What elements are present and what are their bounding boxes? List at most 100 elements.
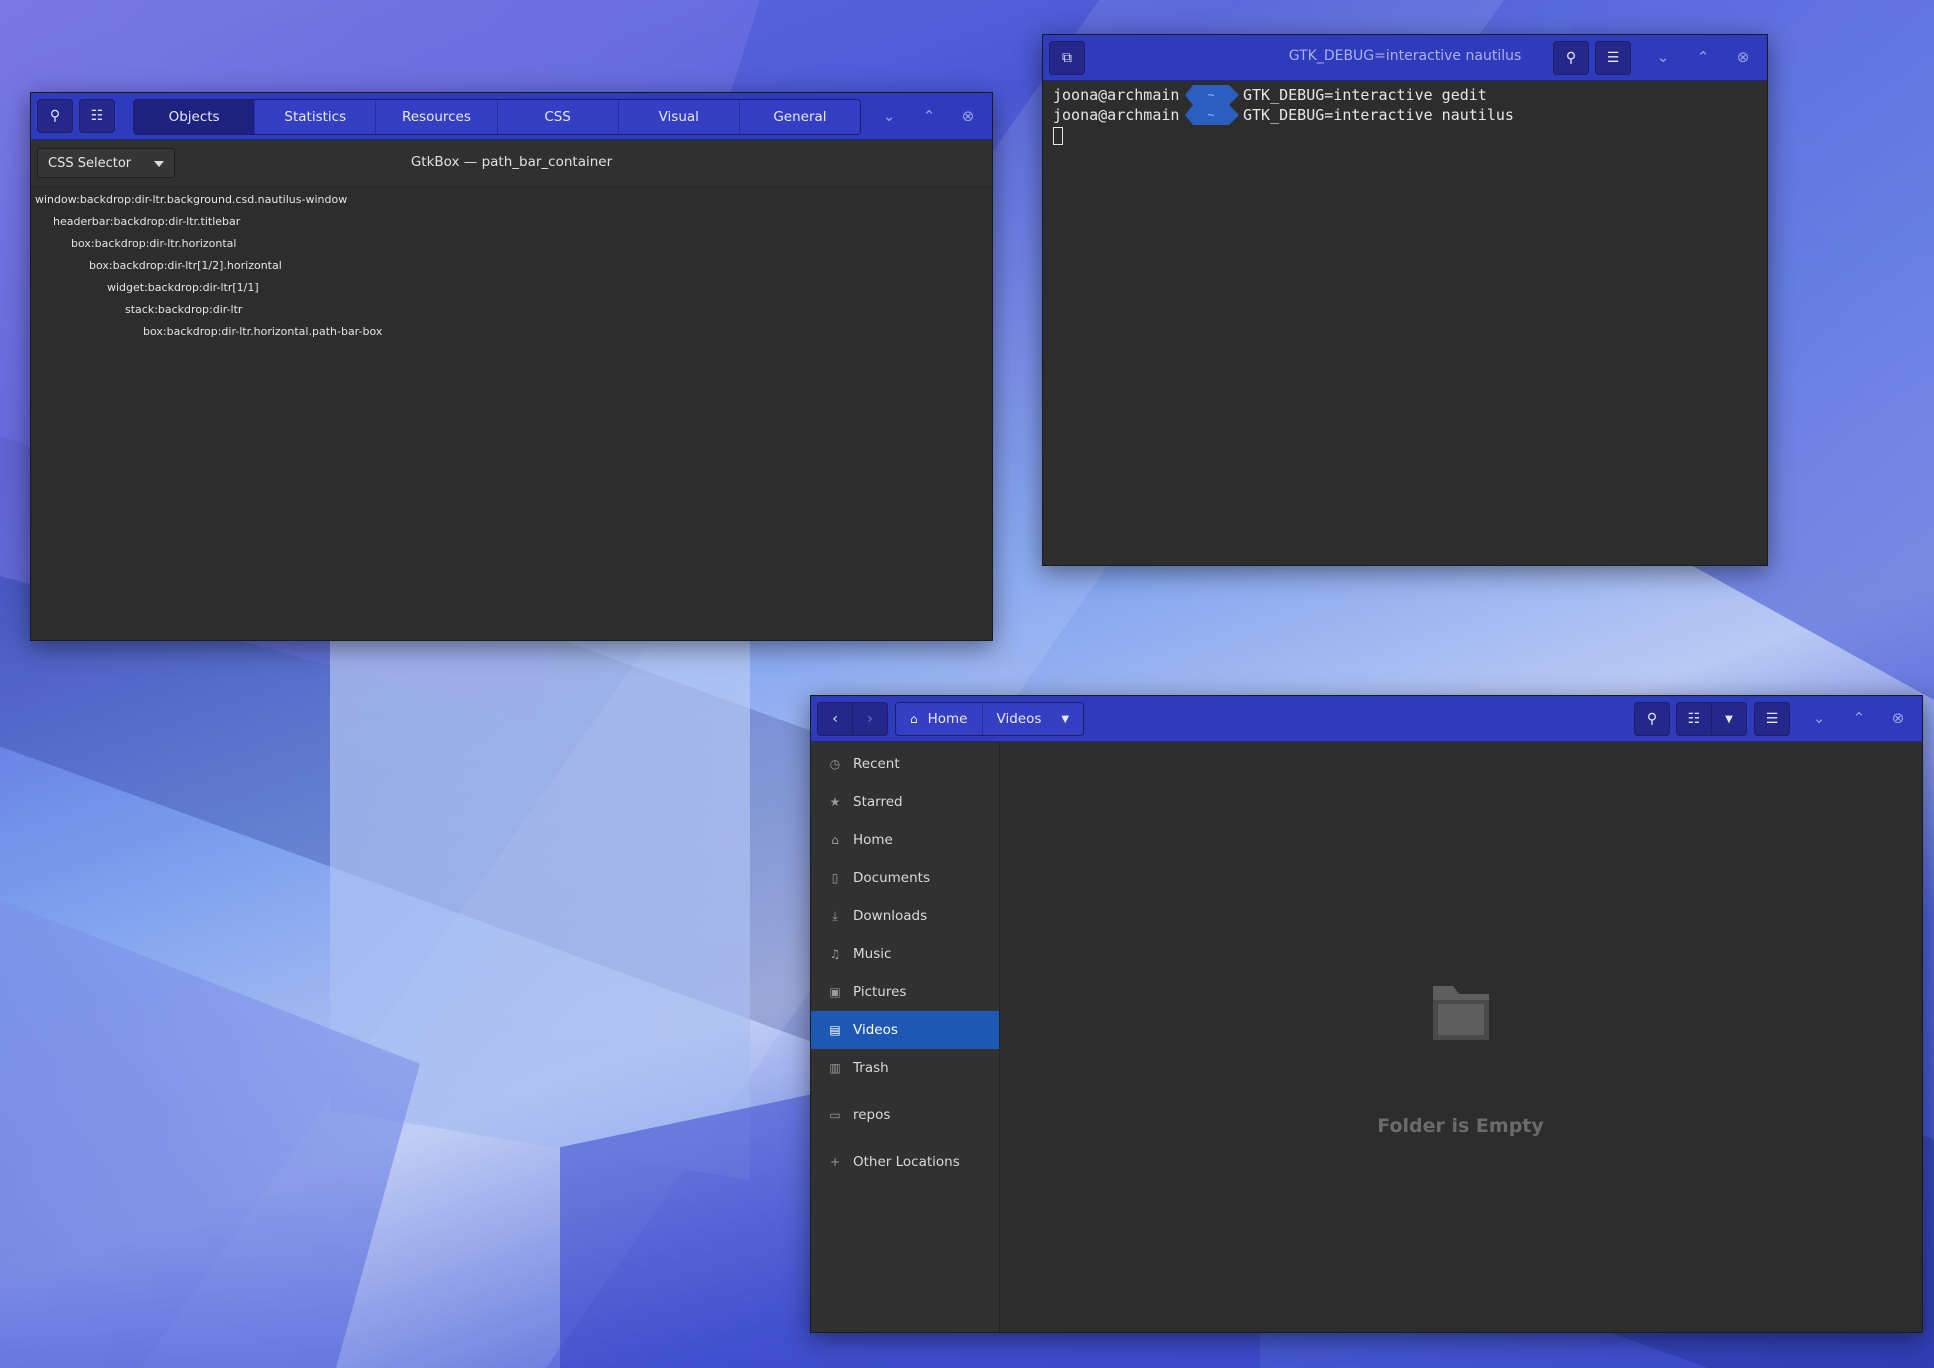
places-sidebar: ◷ Recent ★ Starred ⌂ Home ▯ Documents ⤓ Downl…	[811, 742, 1000, 1332]
search-button[interactable]: ⚲	[1634, 702, 1670, 736]
pick-icon: ⚲	[49, 108, 61, 124]
tree-row[interactable]: box:backdrop:dir-ltr.horizontal.path-bar…	[35, 321, 382, 343]
sidebar-item-label: Other Locations	[853, 1154, 960, 1170]
tree-row[interactable]: window:backdrop:dir-ltr.background.csd.n…	[35, 189, 382, 211]
tree-row[interactable]: box:backdrop:dir-ltr.horizontal	[35, 233, 382, 255]
select-object-button[interactable]: ⚲	[37, 99, 73, 133]
file-view[interactable]: Folder is Empty	[999, 742, 1922, 1332]
css-node-tree: window:backdrop:dir-ltr.background.csd.n…	[35, 189, 382, 343]
close-button[interactable]: ⊗	[1884, 704, 1912, 732]
sidebar-item-home[interactable]: ⌂ Home	[811, 821, 999, 859]
sidebar-item-downloads[interactable]: ⤓ Downloads	[811, 897, 999, 935]
chevron-up-icon: ⌃	[1696, 48, 1710, 66]
command-text: GTK_DEBUG=interactive gedit	[1243, 86, 1487, 104]
sidebar-item-label: Videos	[853, 1022, 898, 1038]
maximize-button[interactable]: ⌃	[1689, 43, 1717, 71]
minimize-button[interactable]: ⌄	[1649, 43, 1677, 71]
prompt-path: ~	[1193, 105, 1239, 125]
sidebar-item-trash[interactable]: ▥ Trash	[811, 1049, 999, 1087]
list-view-icon: ☷	[1687, 711, 1701, 727]
prompt-path: ~	[1193, 85, 1239, 105]
tab-css[interactable]: CSS	[497, 100, 619, 134]
minimize-button[interactable]: ⌄	[875, 102, 903, 130]
command-text: GTK_DEBUG=interactive nautilus	[1243, 106, 1514, 124]
sidebar-item-label: Pictures	[853, 984, 907, 1000]
tree-row[interactable]: box:backdrop:dir-ltr[1/2].horizontal	[35, 255, 382, 277]
tab-resources[interactable]: Resources	[376, 100, 498, 134]
sidebar-item-label: Starred	[853, 794, 903, 810]
chevron-up-icon: ⌃	[922, 107, 936, 125]
object-title: GtkBox — path_bar_container	[410, 154, 613, 170]
sidebar-item-label: Recent	[853, 756, 900, 772]
path-bar: ⌂ Home Videos ▼	[895, 702, 1085, 736]
sidebar-item-label: Downloads	[853, 908, 928, 924]
breadcrumb-label: Home	[927, 711, 968, 727]
search-button[interactable]: ⚲	[1553, 41, 1589, 75]
terminal-output[interactable]: joona@archmain ~ GTK_DEBUG=interactive g…	[1053, 85, 1514, 145]
sidebar-item-label: Home	[853, 832, 893, 848]
home-icon: ⌂	[831, 833, 839, 847]
film-icon: ▤	[829, 1023, 841, 1037]
prompt-user: joona@archmain	[1053, 106, 1180, 124]
picture-icon: ▣	[829, 985, 841, 999]
terminal-headerbar: ⧉ GTK_DEBUG=interactive nautilus ⚲ ☰ ⌄ ⌃…	[1043, 35, 1767, 81]
tree-row[interactable]: widget:backdrop:dir-ltr[1/1]	[35, 277, 382, 299]
sidebar-item-pictures[interactable]: ▣ Pictures	[811, 973, 999, 1011]
chevron-down-icon: ⌄	[1656, 48, 1670, 66]
chevron-down-icon: ⌄	[1812, 709, 1826, 727]
sidebar-item-label: repos	[853, 1107, 891, 1123]
inspector-headerbar: ⚲ ☷ Objects Statistics Resources CSS Vis…	[31, 93, 992, 140]
trash-icon: ▥	[829, 1061, 841, 1075]
close-button[interactable]: ⊗	[954, 102, 982, 130]
files-window: ‹ › ⌂ Home Videos ▼ ⚲ ☷ ▼ ☰ ⌄ ⌃ ⊗ ◷ Rece…	[810, 695, 1923, 1333]
sidebar-item-repos[interactable]: ▭ repos	[811, 1096, 999, 1134]
plus-icon: +	[829, 1155, 841, 1169]
tab-objects[interactable]: Objects	[134, 100, 256, 134]
close-button[interactable]: ⊗	[1729, 43, 1757, 71]
sidebar-item-starred[interactable]: ★ Starred	[811, 783, 999, 821]
maximize-button[interactable]: ⌃	[915, 102, 943, 130]
forward-button[interactable]: ›	[852, 702, 888, 736]
chevron-down-icon: ⌄	[882, 107, 896, 125]
breadcrumb-videos[interactable]: Videos ▼	[982, 703, 1084, 735]
download-icon: ⤓	[832, 908, 838, 923]
minimize-button[interactable]: ⌄	[1805, 704, 1833, 732]
sidebar-item-music[interactable]: ♫ Music	[811, 935, 999, 973]
empty-folder-icon	[1432, 986, 1489, 1040]
document-icon: ▯	[831, 871, 839, 885]
menu-button[interactable]: ☰	[1595, 41, 1631, 75]
chevron-down-icon: ▼	[1725, 713, 1733, 725]
terminal-cursor	[1053, 127, 1063, 145]
terminal-line	[1053, 125, 1514, 145]
tab-statistics[interactable]: Statistics	[255, 100, 377, 134]
tab-general[interactable]: General	[739, 100, 860, 134]
terminal-window: ⧉ GTK_DEBUG=interactive nautilus ⚲ ☰ ⌄ ⌃…	[1042, 34, 1768, 566]
tree-row[interactable]: stack:backdrop:dir-ltr	[35, 299, 382, 321]
sidebar-item-recent[interactable]: ◷ Recent	[811, 745, 999, 783]
chevron-up-icon: ⌃	[1852, 709, 1866, 727]
chevron-down-icon: ▼	[1061, 713, 1070, 725]
tab-visual[interactable]: Visual	[618, 100, 740, 134]
show-details-button[interactable]: ☷	[79, 99, 115, 133]
music-icon: ♫	[829, 947, 841, 961]
star-icon: ★	[829, 795, 841, 809]
close-icon: ⊗	[1891, 709, 1905, 727]
sidebar-item-label: Trash	[853, 1060, 889, 1076]
sidebar-item-label: Documents	[853, 870, 930, 886]
prompt-user: joona@archmain	[1053, 86, 1180, 104]
hamburger-menu-icon: ☰	[1606, 50, 1620, 66]
sidebar-item-other-locations[interactable]: + Other Locations	[811, 1143, 999, 1181]
sidebar-item-documents[interactable]: ▯ Documents	[811, 859, 999, 897]
terminal-line: joona@archmain ~ GTK_DEBUG=interactive g…	[1053, 85, 1514, 105]
view-options-button[interactable]: ▼	[1711, 702, 1747, 736]
breadcrumb-home[interactable]: ⌂ Home	[896, 703, 983, 735]
folder-icon: ▭	[829, 1108, 841, 1122]
back-button[interactable]: ‹	[817, 702, 853, 736]
clock-icon: ◷	[829, 757, 841, 771]
view-mode-button[interactable]: ☷	[1676, 702, 1712, 736]
maximize-button[interactable]: ⌃	[1845, 704, 1873, 732]
menu-button[interactable]: ☰	[1754, 702, 1790, 736]
sidebar-item-videos[interactable]: ▤ Videos	[811, 1011, 999, 1049]
tree-row[interactable]: headerbar:backdrop:dir-ltr.titlebar	[35, 211, 382, 233]
details-icon: ☷	[90, 108, 104, 124]
